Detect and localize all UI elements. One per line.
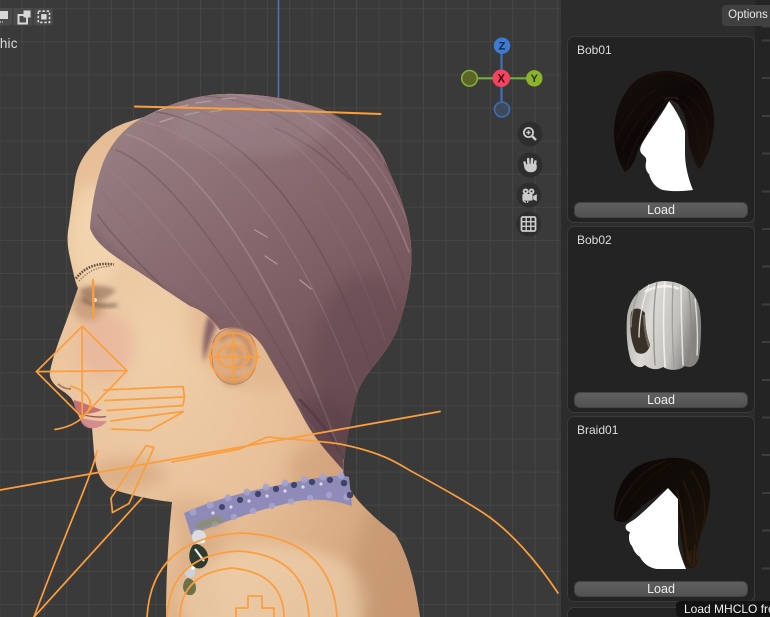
svg-text:Y: Y [531, 73, 539, 85]
svg-text:Z: Z [499, 41, 506, 53]
svg-text:X: X [497, 73, 505, 85]
